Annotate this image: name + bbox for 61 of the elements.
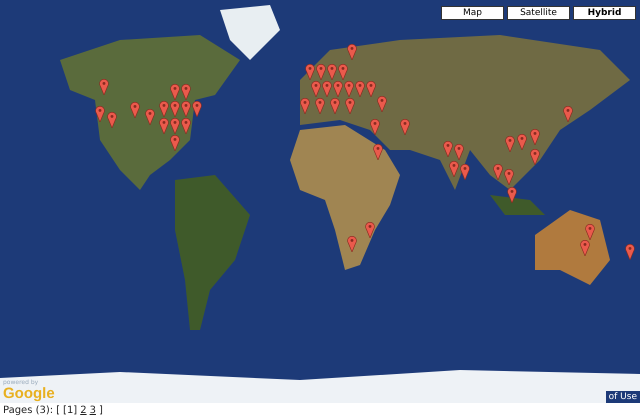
map-marker-icon[interactable]: [145, 109, 155, 125]
map-marker-icon[interactable]: [517, 134, 527, 150]
map-marker-icon[interactable]: [170, 135, 180, 151]
page-link[interactable]: 3: [90, 403, 96, 418]
terms-link[interactable]: of Use: [606, 391, 640, 403]
map-marker-icon[interactable]: [400, 119, 410, 135]
map-marker-icon[interactable]: [170, 118, 180, 134]
page-link[interactable]: 2: [80, 403, 87, 418]
map-marker-icon[interactable]: [181, 118, 191, 134]
map-type-button[interactable]: Satellite: [507, 6, 570, 20]
map-marker-icon[interactable]: [370, 119, 380, 135]
map-type-button[interactable]: Hybrid: [573, 6, 636, 20]
map-marker-icon[interactable]: [345, 98, 355, 114]
bracket-text: [: [56, 404, 60, 418]
map-marker-icon[interactable]: [338, 64, 348, 80]
map-marker-icon[interactable]: [366, 81, 376, 97]
map-marker-icon[interactable]: [99, 79, 109, 95]
map-marker-icon[interactable]: [373, 144, 383, 160]
map-marker-icon[interactable]: [505, 136, 515, 152]
map-marker-icon[interactable]: [504, 169, 514, 185]
map-marker-icon[interactable]: [192, 101, 202, 117]
map-marker-icon[interactable]: [322, 81, 332, 97]
map-marker-icon[interactable]: [300, 98, 310, 114]
map-marker-icon[interactable]: [365, 222, 375, 238]
map-marker-icon[interactable]: [130, 102, 140, 118]
map-marker-icon[interactable]: [443, 141, 453, 157]
map-marker-icon[interactable]: [355, 81, 365, 97]
map-marker-icon[interactable]: [454, 144, 464, 160]
map-marker-icon[interactable]: [347, 44, 357, 60]
map-marker-icon[interactable]: [507, 187, 517, 203]
map-marker-icon[interactable]: [493, 164, 503, 180]
pages-label: Pages (3):: [3, 404, 54, 418]
map-marker-icon[interactable]: [170, 101, 180, 117]
map-marker-icon[interactable]: [347, 236, 357, 252]
map-marker-icon[interactable]: [563, 106, 573, 122]
map-marker-icon[interactable]: [585, 224, 595, 240]
map-marker-icon[interactable]: [170, 84, 180, 100]
map-marker-icon[interactable]: [95, 106, 105, 122]
map-marker-icon[interactable]: [530, 149, 540, 165]
map-marker-icon[interactable]: [181, 84, 191, 100]
map-type-button[interactable]: Map: [441, 6, 504, 20]
map-marker-icon[interactable]: [315, 98, 325, 114]
map-marker-icon[interactable]: [625, 244, 635, 260]
bracket-text: ]: [98, 404, 103, 418]
map-marker-icon[interactable]: [305, 64, 315, 80]
map-marker-icon[interactable]: [181, 101, 191, 117]
map-marker-icon[interactable]: [159, 118, 169, 134]
map-marker-icon[interactable]: [316, 64, 326, 80]
map-marker-icon[interactable]: [107, 112, 117, 128]
map-marker-icon[interactable]: [327, 64, 337, 80]
map-marker-icon[interactable]: [449, 161, 459, 177]
map-marker-icon[interactable]: [377, 96, 387, 112]
map-marker-icon[interactable]: [344, 81, 354, 97]
map-marker-icon[interactable]: [159, 101, 169, 117]
map-marker-icon[interactable]: [333, 81, 343, 97]
map-marker-icon[interactable]: [460, 164, 470, 180]
current-page: [1]: [63, 404, 78, 418]
map-marker-icon[interactable]: [311, 81, 321, 97]
map-marker-icon[interactable]: [530, 129, 540, 145]
map-marker-icon[interactable]: [330, 98, 340, 114]
map-marker-icon[interactable]: [580, 240, 590, 256]
